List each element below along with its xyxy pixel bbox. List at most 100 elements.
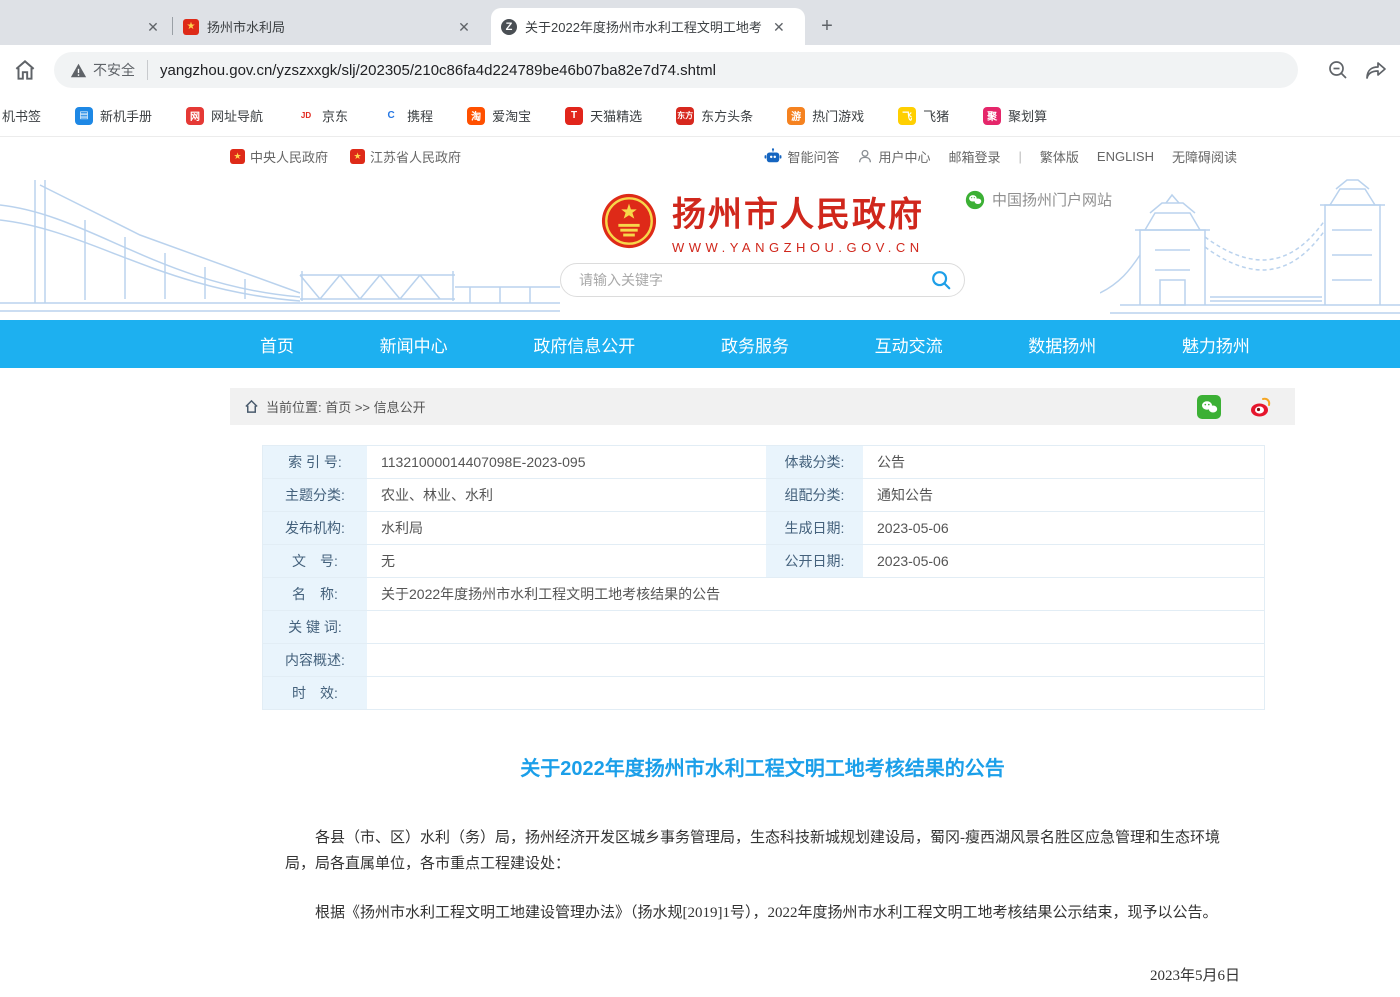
link-central-government[interactable]: ★ 中央人民政府	[230, 147, 328, 166]
zoom-out-icon[interactable]	[1326, 58, 1350, 82]
bookmark-item[interactable]: T 天猫精选	[565, 106, 642, 125]
bookmark-item[interactable]: 网 网址导航	[186, 106, 263, 125]
bookmark-item[interactable]: 游 热门游戏	[787, 106, 864, 125]
article-paragraph: 各县（市、区）水利（务）局，扬州经济开发区城乡事务管理局，生态科技新城规划建设局…	[285, 825, 1240, 878]
gov-emblem-favicon: ★	[183, 19, 199, 35]
nav-item[interactable]: 互动交流	[875, 332, 943, 357]
bookmark-favicon: C	[382, 107, 400, 125]
info-value: 通知公告	[863, 479, 1264, 511]
site-logo[interactable]: 扬州市人民政府 WWW.YANGZHOU.GOV.CN	[600, 187, 924, 255]
info-table: 索 引 号:11321000014407098E-2023-095体裁分类:公告…	[262, 445, 1265, 710]
bookmark-favicon: 淘	[467, 107, 485, 125]
info-table-row: 关 键 词:	[263, 610, 1264, 643]
article-title: 关于2022年度扬州市水利工程文明工地考核结果的公告	[285, 752, 1240, 781]
link-mail-login[interactable]: 邮箱登录	[948, 147, 1000, 166]
search-input[interactable]	[579, 272, 930, 288]
bookmark-item[interactable]: 机书签	[2, 106, 41, 125]
new-tab-button[interactable]: +	[813, 12, 841, 40]
user-icon	[857, 148, 873, 164]
wechat-share-icon[interactable]	[1197, 395, 1221, 419]
link-accessibility[interactable]: 无障碍阅读	[1172, 147, 1237, 166]
gov-emblem-icon: ★	[230, 149, 245, 164]
info-table-row: 名 称:关于2022年度扬州市水利工程文明工地考核结果的公告	[263, 577, 1264, 610]
bookmark-label: 飞猪	[923, 106, 949, 125]
search-icon[interactable]	[930, 269, 952, 291]
portal-label[interactable]: 中国扬州门户网站	[965, 189, 1112, 210]
site-search[interactable]	[560, 263, 965, 297]
link-traditional-chinese[interactable]: 繁体版	[1040, 147, 1079, 166]
nav-item[interactable]: 魅力扬州	[1182, 332, 1250, 357]
breadcrumb-text[interactable]: 当前位置: 首页 >> 信息公开	[266, 397, 426, 416]
bookmark-item[interactable]: 淘 爱淘宝	[467, 106, 531, 125]
home-icon[interactable]	[12, 57, 38, 83]
tab-close-icon[interactable]: ✕	[455, 18, 473, 36]
bookmark-label: 天猫精选	[590, 106, 642, 125]
info-label: 名 称:	[263, 578, 367, 610]
breadcrumb-home-icon[interactable]	[244, 399, 259, 414]
tab-yangzhou-water-bureau[interactable]: ★ 扬州市水利局 ✕	[173, 8, 491, 45]
info-label: 发布机构:	[263, 512, 367, 544]
bookmark-favicon: 飞	[898, 107, 916, 125]
browser-tab-strip: ✕ ★ 扬州市水利局 ✕ Z 关于2022年度扬州市水利工程文明工地考 ✕ +	[0, 0, 1400, 45]
info-value: 无	[367, 545, 766, 577]
bookmark-label: 网址导航	[211, 106, 263, 125]
bookmark-label: 爱淘宝	[492, 106, 531, 125]
info-label: 生成日期:	[766, 512, 863, 544]
tab-close-icon[interactable]: ✕	[770, 18, 788, 36]
nav-item[interactable]: 首页	[260, 332, 294, 357]
weibo-share-icon[interactable]	[1249, 395, 1273, 419]
bookmark-favicon: JD	[297, 107, 315, 125]
bookmark-item[interactable]: 飞 飞猪	[898, 106, 949, 125]
main-navigation: 首页 新闻中心 政府信息公开 政务服务 互动交流 数据扬州 魅力扬州	[0, 320, 1400, 368]
info-label: 文 号:	[263, 545, 367, 577]
bookmark-label: 机书签	[2, 106, 41, 125]
national-emblem-icon	[600, 192, 658, 250]
link-english[interactable]: ENGLISH	[1097, 149, 1154, 164]
breadcrumb: 当前位置: 首页 >> 信息公开	[230, 388, 1295, 425]
robot-icon	[764, 148, 782, 164]
wechat-icon	[965, 190, 985, 210]
bookmark-item[interactable]: JD 京东	[297, 106, 348, 125]
tab-partial[interactable]: ✕	[0, 8, 172, 45]
link-label: 用户中心	[878, 147, 930, 166]
security-label[interactable]: 不安全	[93, 60, 148, 80]
bookmarks-bar: 机书签 ▤ 新机手册 网 网址导航 JD 京东 C 携程 淘 爱淘宝 T 天猫精…	[0, 95, 1400, 137]
bookmark-item[interactable]: C 携程	[382, 106, 433, 125]
page-content: 当前位置: 首页 >> 信息公开 索 引 号:11321000014407098…	[230, 388, 1295, 997]
tab-close-icon[interactable]: ✕	[144, 18, 162, 36]
info-value	[367, 644, 1264, 676]
info-value: 农业、林业、水利	[367, 479, 766, 511]
bookmark-favicon: 游	[787, 107, 805, 125]
link-label: 江苏省人民政府	[370, 147, 461, 166]
address-bar[interactable]: 不安全 yangzhou.gov.cn/yzszxxgk/slj/202305/…	[54, 52, 1298, 88]
info-label: 索 引 号:	[263, 446, 367, 478]
info-label: 公开日期:	[766, 545, 863, 577]
bookmark-favicon: 网	[186, 107, 204, 125]
info-table-row: 内容概述:	[263, 643, 1264, 676]
nav-item[interactable]: 新闻中心	[380, 332, 448, 357]
article-paragraph: 根据《扬州市水利工程文明工地建设管理办法》（扬水规[2019]1号），2022年…	[285, 900, 1240, 926]
bookmark-label: 东方头条	[701, 106, 753, 125]
link-jiangsu-government[interactable]: ★ 江苏省人民政府	[350, 147, 461, 166]
link-user-center[interactable]: 用户中心	[857, 147, 930, 166]
nav-item[interactable]: 政府信息公开	[533, 332, 635, 357]
bookmark-item[interactable]: 东方 东方头条	[676, 106, 753, 125]
info-table-row: 发布机构:水利局生成日期:2023-05-06	[263, 511, 1264, 544]
info-label: 关 键 词:	[263, 611, 367, 643]
link-smart-qa[interactable]: 智能问答	[764, 147, 839, 166]
info-label: 组配分类:	[766, 479, 863, 511]
bookmark-item[interactable]: 聚 聚划算	[983, 106, 1047, 125]
tab-label: 关于2022年度扬州市水利工程文明工地考	[525, 17, 762, 36]
info-table-row: 时 效:	[263, 676, 1264, 709]
share-icon[interactable]	[1364, 58, 1388, 82]
nav-item[interactable]: 数据扬州	[1028, 332, 1096, 357]
bookmark-favicon: 聚	[983, 107, 1001, 125]
bookmark-item[interactable]: ▤ 新机手册	[75, 106, 152, 125]
nav-item[interactable]: 政务服务	[721, 332, 789, 357]
gov-emblem-icon: ★	[350, 149, 365, 164]
url-text[interactable]: yangzhou.gov.cn/yzszxxgk/slj/202305/210c…	[160, 62, 716, 79]
bookmark-label: 热门游戏	[812, 106, 864, 125]
site-header: 扬州市人民政府 WWW.YANGZHOU.GOV.CN 中国扬州门户网站	[0, 175, 1400, 320]
tab-active-announcement[interactable]: Z 关于2022年度扬州市水利工程文明工地考 ✕	[491, 8, 805, 45]
bookmark-favicon: ▤	[75, 107, 93, 125]
